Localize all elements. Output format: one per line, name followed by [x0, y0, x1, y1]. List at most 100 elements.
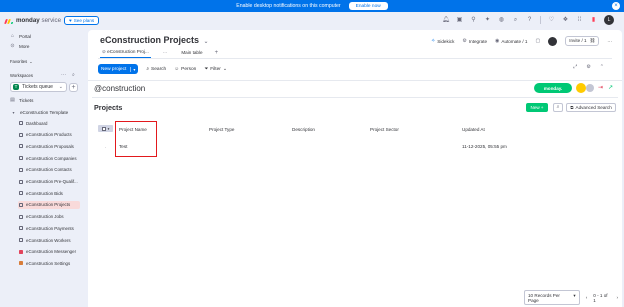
expand-icon[interactable]: ⤢ — [573, 64, 577, 70]
tab-options-icon[interactable]: ··· — [161, 49, 170, 57]
workspace-selector[interactable]: T Tickets queue ⌄ — [10, 82, 67, 92]
sidebar-board-item[interactable]: eConstruction Payments — [18, 224, 80, 232]
sidebar-board-item[interactable]: eConstruction Pre-Qualif... — [18, 178, 80, 186]
row-handle-icon[interactable]: · — [105, 145, 106, 150]
settings-icon — [19, 261, 23, 266]
sidebar-item-more[interactable]: ⊙ More — [10, 44, 29, 50]
bell-icon[interactable]: 🔔︎ — [442, 17, 450, 24]
monday-logo-icon — [4, 18, 14, 24]
person-filter-button[interactable]: ☺ Person — [174, 67, 196, 72]
board-icon: ▤ — [10, 97, 15, 103]
sidekick-button[interactable]: ✧ Sidekick — [431, 38, 454, 44]
sidebar-board-item[interactable]: eConstruction Workers — [18, 236, 80, 244]
new-project-button[interactable]: New project ▾ — [98, 64, 139, 74]
avatar[interactable]: L — [604, 15, 614, 25]
close-icon[interactable]: × — [612, 2, 620, 10]
sidebar-board-label: eConstruction Products — [26, 132, 72, 138]
chevron-down-icon[interactable]: ▾ — [108, 127, 110, 131]
invite-button[interactable]: Invite / 1 ⛓ — [565, 36, 600, 46]
more-options-icon[interactable]: ··· — [61, 72, 66, 78]
ai-icon[interactable]: ❖ — [562, 17, 569, 24]
help-icon[interactable]: ? — [526, 17, 533, 24]
sidebar-item-label: Tickets — [19, 98, 34, 103]
select-all-checkbox[interactable]: ▾ — [98, 125, 113, 132]
external-link-icon[interactable]: ↗ — [608, 84, 613, 91]
table-row[interactable]: · Test 11-12-2025, 05:55 pm — [96, 140, 614, 154]
user-avatar[interactable] — [576, 83, 586, 93]
chevron-down-icon[interactable]: ⌄ — [204, 39, 209, 45]
apps-icon[interactable]: ✦ — [484, 17, 491, 24]
integrate-button[interactable]: ⚙ Integrate — [462, 38, 487, 44]
brand-logo[interactable]: monday service — [4, 17, 61, 24]
app-switcher-icon[interactable]: ⁞⁞ — [576, 17, 583, 24]
sidebar-board-label: Dashboard — [26, 120, 48, 126]
sidebar-board-item[interactable]: eConstruction Companies — [18, 154, 80, 162]
sidebar-board-item[interactable]: eConstruction Messenger — [18, 248, 80, 256]
sidebar-board-item[interactable]: eConstruction Jobs — [18, 213, 80, 221]
robot-icon[interactable]: ◍ — [498, 17, 505, 24]
column-header-project-sector[interactable]: Project Sector — [370, 127, 399, 132]
sidebar-board-item[interactable]: Dashboard — [18, 119, 80, 127]
sidebar-board-item[interactable]: eConstruction Bids — [18, 189, 80, 197]
monday-mini-logo-icon: ▮ — [591, 16, 596, 23]
sidebar-board-item[interactable]: eConstruction Settings — [18, 259, 80, 267]
notification-text: Enable desktop notifications on this com… — [236, 3, 341, 9]
sidebar-board-item[interactable]: eConstruction Proposals — [18, 142, 80, 150]
top-header: monday service ♥ See plans 🔔︎ ▣ ⚲ ✦ ◍ ⌕ … — [0, 12, 624, 30]
favorites-section[interactable]: Favorites ⌄ — [10, 59, 33, 64]
tab-label: Main table — [181, 50, 203, 55]
search-button[interactable]: ⌕ Search — [146, 66, 166, 73]
board-title[interactable]: eConstruction Projects ⌄ — [100, 35, 209, 45]
board-icon — [19, 144, 23, 149]
records-per-page-select[interactable]: 10 Records Per Page ▾ — [524, 290, 580, 305]
add-view-icon[interactable]: + — [215, 50, 219, 56]
logo-text: construction — [102, 84, 146, 93]
main-panel: eConstruction Projects ⌄ ✧ Sidekick ⚙ Inte… — [88, 30, 622, 307]
pagination-label: 0 - 1 of 1 — [593, 292, 608, 303]
chevron-down-icon: ⌄ — [58, 84, 63, 90]
search-icon[interactable]: ⌕ — [512, 17, 519, 24]
tab-econstruction-projects[interactable]: ⊘ eConstruction Proj... — [100, 48, 151, 58]
advanced-search-button[interactable]: ⧉ Advanced Search — [566, 103, 616, 112]
column-header-updated-at[interactable]: Updated At — [462, 127, 485, 132]
integrate-icon: ⚙ — [462, 38, 467, 44]
checkbox[interactable] — [101, 126, 106, 131]
chevron-down-icon: ⌄ — [222, 66, 227, 72]
dashboard-icon — [19, 121, 23, 125]
sidebar-board-item[interactable]: eConstruction Projects — [18, 200, 80, 209]
sidebar-item-tickets[interactable]: ▤ Tickets — [10, 97, 34, 104]
chevron-down-icon: ⌄ — [29, 59, 33, 64]
board-icon — [19, 132, 23, 137]
sidebar-item-portal[interactable]: ⌂ Portal — [10, 34, 31, 40]
heart-icon[interactable]: ♡ — [548, 17, 555, 24]
inbox-icon[interactable]: ▣ — [456, 17, 463, 24]
settings-icon[interactable]: ⚙ — [586, 64, 590, 70]
prev-page-icon[interactable]: ‹ — [586, 295, 588, 300]
add-workspace-button[interactable]: + — [69, 83, 78, 92]
more-options-icon[interactable]: ··· — [607, 39, 612, 44]
next-page-icon[interactable]: › — [616, 295, 618, 300]
divider — [92, 97, 618, 98]
sidebar-board-label: eConstruction Contacts — [26, 167, 72, 173]
column-header-project-type[interactable]: Project Type — [209, 127, 234, 132]
sidebar-board-item[interactable]: eConstruction Products — [18, 131, 80, 139]
column-header-description[interactable]: Description — [292, 127, 315, 132]
tab-main-table[interactable]: Main table — [179, 49, 204, 57]
new-button[interactable]: New + — [526, 103, 548, 112]
invite-members-icon[interactable]: ⚲ — [470, 17, 477, 24]
search-icon[interactable]: ⌕ — [72, 72, 75, 78]
avatar[interactable] — [548, 36, 558, 46]
plus-icon: + — [540, 105, 544, 110]
folder-label: eConstruction Template — [20, 110, 69, 115]
chevron-down-icon[interactable]: ▾ — [130, 66, 135, 72]
enable-now-button[interactable]: Enable now — [348, 2, 388, 10]
see-plans-button[interactable]: ♥ See plans — [64, 16, 100, 25]
collapse-icon[interactable]: ⌃ — [600, 64, 604, 70]
logout-icon[interactable]: ⇥ — [598, 84, 603, 91]
search-button[interactable]: ⌕ — [553, 103, 563, 112]
sidebar-board-item[interactable]: eConstruction Contacts — [18, 166, 80, 174]
filter-button[interactable]: ⏷ Filter ⌄ — [204, 66, 227, 73]
automate-button[interactable]: ◉ Automate / 1 — [495, 38, 527, 44]
sidebar-folder-template[interactable]: ▾ eConstruction Template — [11, 110, 68, 115]
comments-icon[interactable]: ▢ — [535, 38, 540, 44]
